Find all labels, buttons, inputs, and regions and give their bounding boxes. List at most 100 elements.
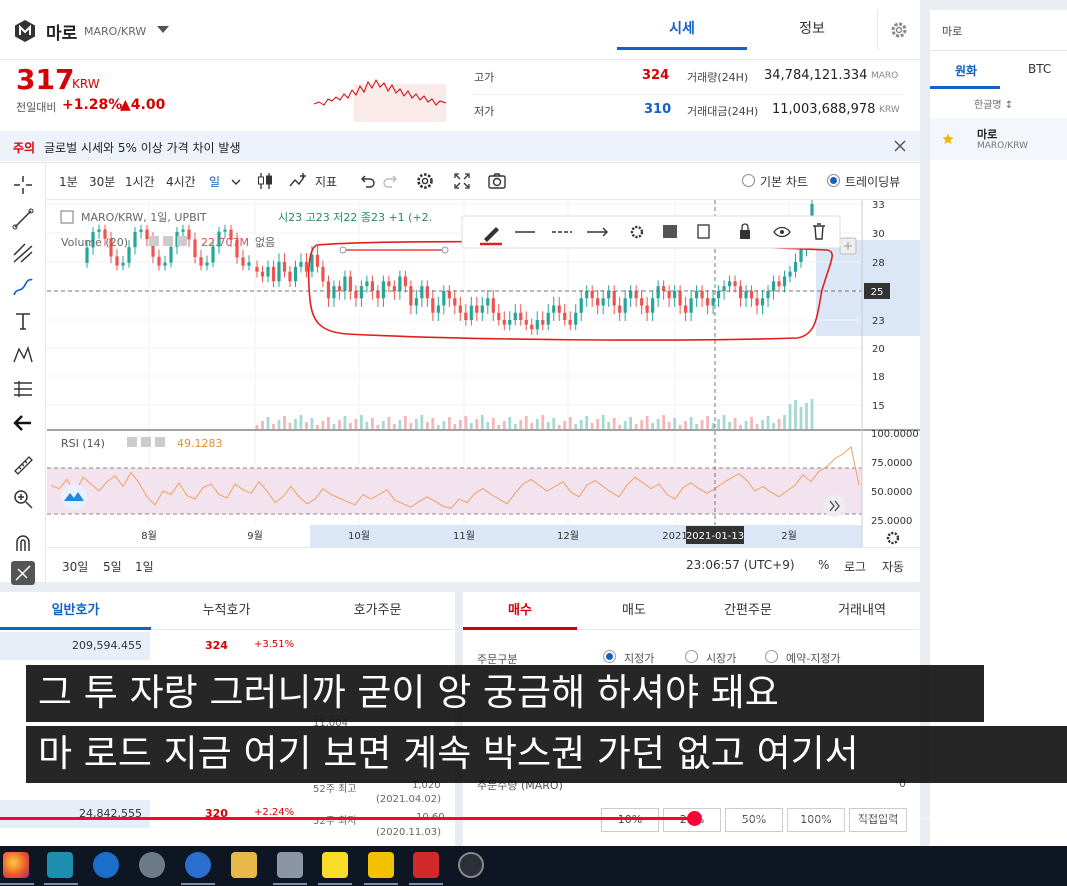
media-app-icon[interactable]: [185, 852, 211, 878]
rsi-gear-icon[interactable]: [141, 437, 151, 447]
tab-orderbook-order[interactable]: 호가주문: [302, 592, 453, 630]
video-scrubber-handle[interactable]: [686, 811, 702, 826]
candle-type-icon[interactable]: [255, 171, 275, 191]
obs-icon[interactable]: [458, 852, 484, 878]
tab-quick-order[interactable]: 간편주문: [691, 592, 805, 630]
coin-search-input[interactable]: 마로: [942, 23, 962, 39]
redo-icon[interactable]: [381, 171, 401, 191]
stop-limit-order-label[interactable]: 예약-지정가: [786, 650, 841, 666]
fill-icon[interactable]: [663, 225, 677, 238]
legend-close-icon[interactable]: [177, 236, 187, 246]
coin-list-item[interactable]: 마로 MARO/KRW: [930, 118, 1067, 160]
direct-input-button[interactable]: 직접입력: [849, 808, 907, 832]
candle-body: [260, 271, 265, 277]
range-5d[interactable]: 5일: [103, 558, 122, 575]
network-app-icon[interactable]: [139, 852, 165, 878]
interval-30m[interactable]: 30분: [89, 173, 115, 190]
pitchfork-icon[interactable]: [11, 241, 35, 265]
range-30d[interactable]: 30일: [62, 558, 88, 575]
legend-eye-icon[interactable]: [149, 236, 159, 246]
crosshair-icon[interactable]: [11, 173, 35, 197]
interval-4h[interactable]: 4시간: [166, 173, 196, 190]
arrow-left-icon[interactable]: [11, 411, 35, 435]
candle-body: [667, 291, 671, 299]
tab-buy[interactable]: 매수: [463, 592, 577, 630]
orderbook-row[interactable]: 24,842,555 320 +2.24%: [0, 800, 455, 828]
auto-toggle[interactable]: 자동: [882, 558, 904, 575]
trend-line-icon[interactable]: [11, 207, 35, 231]
tab-cumulative-orderbook[interactable]: 누적호가: [151, 592, 302, 630]
tab-info[interactable]: 정보: [747, 10, 877, 50]
sticky-notes-icon[interactable]: [368, 852, 394, 878]
tab-krw[interactable]: 원화: [955, 62, 977, 79]
star-icon[interactable]: [942, 133, 954, 145]
log-toggle[interactable]: 로그: [844, 558, 866, 575]
zoom-in-icon[interactable]: [11, 487, 35, 511]
tab-btc[interactable]: BTC: [1028, 62, 1051, 76]
volume-bar: [788, 404, 792, 429]
legend-symbol: MARO/KRW, 1일, UPBIT: [81, 210, 207, 224]
rsi-close-icon[interactable]: [155, 437, 165, 447]
bird-app-icon[interactable]: [47, 852, 73, 878]
pattern-icon[interactable]: [11, 343, 35, 367]
brush-icon[interactable]: [11, 275, 35, 299]
tab-trade-history[interactable]: 거래내역: [805, 592, 919, 630]
fullscreen-icon[interactable]: [452, 171, 472, 191]
annotation-handle[interactable]: [339, 246, 347, 254]
video-progress-bar[interactable]: [0, 811, 1067, 826]
settings-icon[interactable]: [415, 171, 435, 191]
candle-body: [97, 229, 101, 233]
market-order-radio[interactable]: [685, 650, 698, 663]
range-1d[interactable]: 1일: [135, 558, 154, 575]
gear-icon[interactable]: [889, 20, 909, 40]
legend-gear-icon[interactable]: [163, 236, 173, 246]
tab-sell[interactable]: 매도: [577, 592, 691, 630]
axis-settings-icon[interactable]: [886, 531, 900, 545]
tab-price[interactable]: 시세: [617, 10, 747, 50]
basic-chart-radio[interactable]: [742, 174, 755, 187]
firefox-icon[interactable]: [3, 852, 29, 878]
annotation-handle[interactable]: [441, 246, 449, 254]
price-chart[interactable]: 8월 9월 10월 11월 12월 2021 2월 2021-01-13 33 30 28 25 2…: [47, 200, 920, 547]
pct-100-button[interactable]: 100%: [787, 808, 845, 832]
chevron-down-icon[interactable]: [229, 172, 243, 192]
interval-1m[interactable]: 1분: [59, 173, 78, 190]
magnet-icon[interactable]: [11, 531, 35, 555]
chevron-down-icon[interactable]: [157, 26, 169, 33]
file-explorer-icon[interactable]: [231, 852, 257, 878]
tab-normal-orderbook[interactable]: 일반호가: [0, 592, 151, 630]
legend-collapse-icon[interactable]: [60, 210, 74, 224]
limit-order-label[interactable]: 지정가: [624, 650, 654, 666]
calculator-icon[interactable]: [277, 852, 303, 878]
orderbook-row[interactable]: 209,594.455 324 +3.51%: [0, 632, 455, 660]
limit-order-radio[interactable]: [603, 650, 616, 663]
ruler-icon[interactable]: [11, 453, 35, 477]
rsi-eye-icon[interactable]: [127, 437, 137, 447]
undo-icon[interactable]: [357, 171, 377, 191]
kakaotalk-icon[interactable]: [322, 852, 348, 878]
interval-1d[interactable]: 일: [209, 173, 220, 190]
coin-list-name: 마로: [977, 128, 998, 141]
tradingview-label[interactable]: 트레이딩뷰: [845, 173, 900, 190]
pct-10-button[interactable]: 10%: [601, 808, 659, 832]
market-order-label[interactable]: 시장가: [706, 650, 736, 666]
lock-drawings-icon[interactable]: [11, 561, 35, 585]
chart-brand-button[interactable]: [61, 484, 87, 510]
interval-1h[interactable]: 1시간: [125, 173, 155, 190]
lock-icon[interactable]: [740, 230, 750, 239]
basic-chart-label[interactable]: 기본 차트: [760, 173, 808, 190]
internet-explorer-icon[interactable]: [93, 852, 119, 878]
percent-toggle[interactable]: %: [818, 558, 829, 572]
column-header-name[interactable]: 한글명 ↕: [974, 96, 1013, 111]
red-app-icon[interactable]: [413, 852, 439, 878]
indicator-label[interactable]: 지표: [315, 173, 337, 190]
pct-50-button[interactable]: 50%: [725, 808, 783, 832]
volume-bar: [541, 415, 545, 429]
fib-icon[interactable]: [11, 377, 35, 401]
tradingview-radio[interactable]: [827, 174, 840, 187]
close-icon[interactable]: [893, 139, 907, 153]
stop-limit-order-radio[interactable]: [765, 650, 778, 663]
text-tool-icon[interactable]: [11, 309, 35, 333]
camera-icon[interactable]: [487, 171, 507, 191]
indicator-icon[interactable]: [289, 171, 309, 191]
